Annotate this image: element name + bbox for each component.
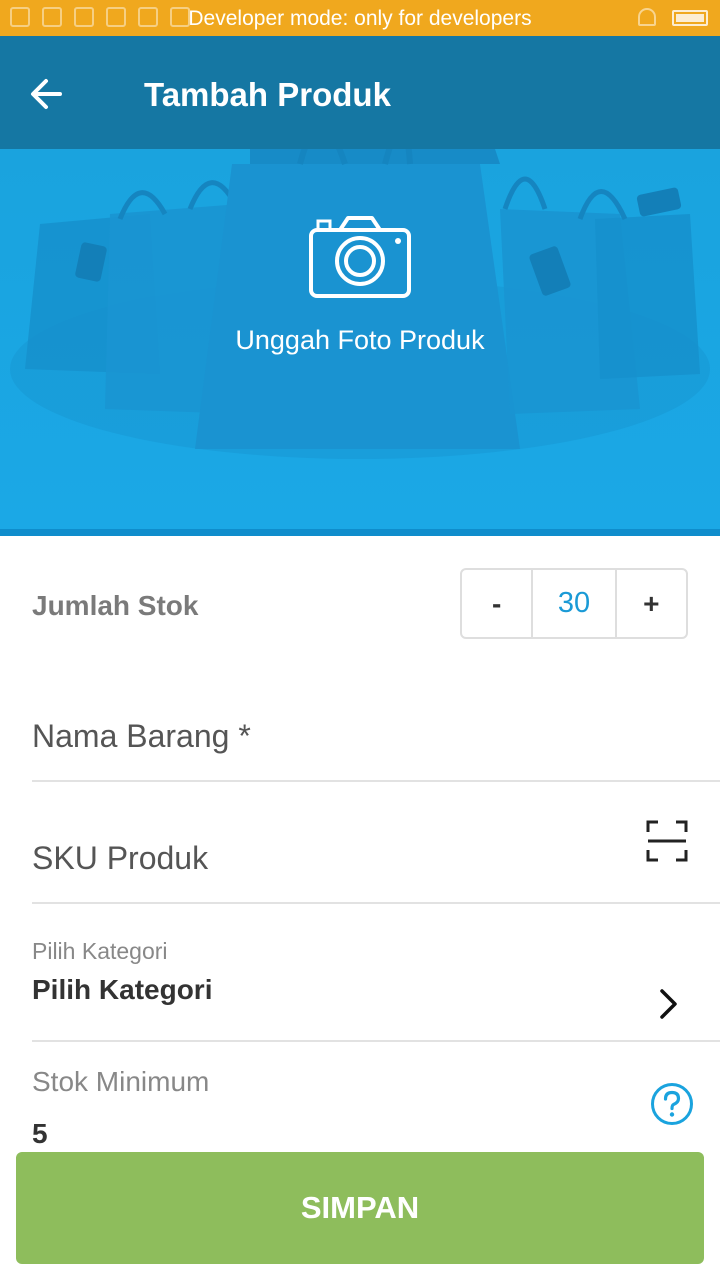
sku-field[interactable]: SKU Produk [32, 812, 720, 904]
sku-placeholder: SKU Produk [32, 840, 209, 876]
upload-photo-button[interactable]: Unggah Foto Produk [0, 209, 720, 369]
arrow-left-icon [31, 79, 62, 109]
stock-quantity-label: Jumlah Stok [32, 590, 199, 621]
chevron-right-icon [660, 989, 677, 1019]
camera-icon [309, 216, 411, 298]
product-name-field[interactable]: Nama Barang * [32, 690, 720, 782]
silent-bell-icon [638, 8, 656, 26]
decrement-button[interactable]: - [462, 570, 531, 637]
battery-icon [672, 10, 708, 26]
back-button[interactable] [26, 72, 70, 116]
upload-photo-label: Unggah Foto Produk [235, 325, 485, 355]
category-label: Pilih Kategori [32, 938, 168, 964]
app-header: Tambah Produk [0, 36, 720, 149]
question-mark-icon[interactable] [650, 1082, 694, 1126]
product-photo-area: Unggah Foto Produk [0, 149, 720, 536]
page-title: Tambah Produk [144, 76, 391, 113]
product-name-placeholder: Nama Barang * [32, 718, 251, 754]
min-stock-field[interactable]: Stok Minimum 5 [32, 1058, 720, 1158]
barcode-scan-icon[interactable] [646, 820, 688, 862]
min-stock-label: Stok Minimum [32, 1066, 210, 1097]
save-button[interactable]: SIMPAN [16, 1152, 704, 1264]
min-stock-value: 5 [32, 1118, 48, 1149]
developer-mode-message: Developer mode: only for developers [188, 7, 532, 30]
category-value: Pilih Kategori [32, 974, 213, 1005]
increment-button[interactable]: + [617, 570, 686, 637]
stock-quantity-stepper: - 30 + [460, 568, 688, 639]
category-selector[interactable]: Pilih Kategori Pilih Kategori [32, 930, 720, 1042]
stock-quantity-input[interactable]: 30 [531, 570, 617, 637]
status-bar: Developer mode: only for developers [0, 0, 720, 36]
